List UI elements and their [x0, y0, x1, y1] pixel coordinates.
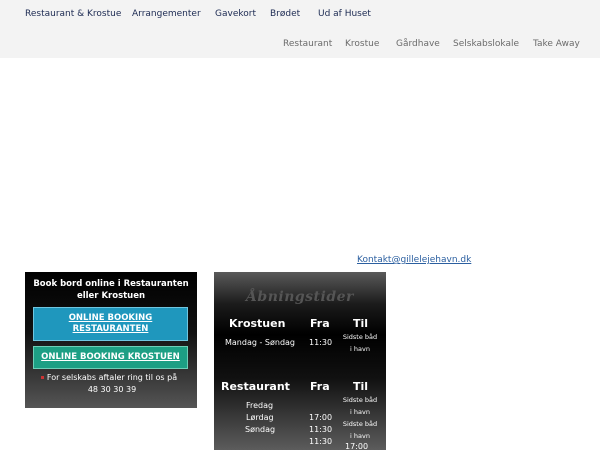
nav-item-brodet[interactable]: Brødet: [270, 9, 300, 19]
booking-restaurant-label-line2: RESTAURANTEN: [72, 324, 149, 334]
subnav-item-restaurant[interactable]: Restaurant: [283, 39, 332, 49]
phone-note: For selskabs aftaler ring til os på 48 3…: [31, 372, 193, 396]
krostue-days: Mandag - Søndag: [225, 338, 296, 347]
restaurant-day-lordag: Lørdag: [246, 413, 274, 422]
subnav-item-selskabslokale[interactable]: Selskabslokale: [453, 39, 519, 49]
subnav-item-take-away[interactable]: Take Away: [533, 39, 580, 49]
booking-title-line1: Book bord online i Restauranten: [33, 279, 189, 289]
restaurant-to-label: Sidste båd: [342, 396, 378, 404]
subnav-item-gardhave[interactable]: Gårdhave: [396, 39, 440, 49]
contact-email-link[interactable]: Kontakt@gillelejehavn.dk: [357, 255, 471, 265]
subnav-item-krostue[interactable]: Krostue: [345, 39, 379, 49]
nav-item-gavekort[interactable]: Gavekort: [215, 9, 256, 19]
restaurant-from-heading: Fra: [310, 380, 330, 393]
nav-item-restaurant-krostue[interactable]: Restaurant & Krostue: [25, 9, 121, 19]
restaurant-to-heading: Til: [353, 380, 369, 393]
restaurant-day-sondag: Søndag: [245, 425, 276, 434]
restaurant-to-label: i havn: [350, 408, 370, 416]
opening-hours-panel: Åbningstider Krostuen Fra Til Mandag - S…: [214, 272, 386, 450]
krostue-to-heading: Til: [353, 317, 369, 330]
booking-title-line2: eller Krostuen: [76, 291, 146, 301]
restaurant-from-time: 11:30: [309, 425, 333, 434]
krostue-to-line2: i havn: [350, 345, 370, 353]
krostue-to-line1: Sidste båd: [342, 333, 378, 341]
online-booking-restaurant-button[interactable]: ONLINE BOOKING RESTAURANTEN: [33, 307, 188, 341]
restaurant-to-time: 17:00: [345, 442, 369, 450]
restaurant-day-fredag: Fredag: [246, 401, 274, 410]
phone-note-line1: For selskabs aftaler ring til os på: [46, 373, 178, 382]
online-booking-krostue-button[interactable]: ONLINE BOOKING KROSTUEN: [33, 346, 188, 369]
booking-restaurant-label-line1: ONLINE BOOKING: [68, 313, 153, 323]
booking-panel: Book bord online i Restauranten eller Kr…: [25, 272, 197, 408]
restaurant-from-time: 17:00: [309, 413, 333, 422]
krostue-from-time: 11:30: [309, 338, 333, 347]
booking-krostue-label: ONLINE BOOKING KROSTUEN: [41, 352, 180, 362]
booking-title: Book bord online i Restauranten eller Kr…: [25, 278, 197, 302]
top-navigation-bar: Restaurant & Krostue Arrangementer Gavek…: [0, 0, 600, 58]
krostue-heading: Krostuen: [229, 317, 286, 330]
nav-item-arrangementer[interactable]: Arrangementer: [132, 9, 201, 19]
restaurant-to-label: Sidste båd: [342, 420, 378, 428]
restaurant-from-time: 11:30: [309, 437, 333, 446]
opening-hours-heading: Åbningstider: [246, 289, 354, 305]
restaurant-to-label: i havn: [350, 432, 370, 440]
krostue-from-heading: Fra: [310, 317, 330, 330]
nav-item-ud-af-huset[interactable]: Ud af Huset: [318, 9, 371, 19]
restaurant-heading: Restaurant: [221, 380, 290, 393]
phone-number: 48 30 30 39: [87, 385, 137, 394]
